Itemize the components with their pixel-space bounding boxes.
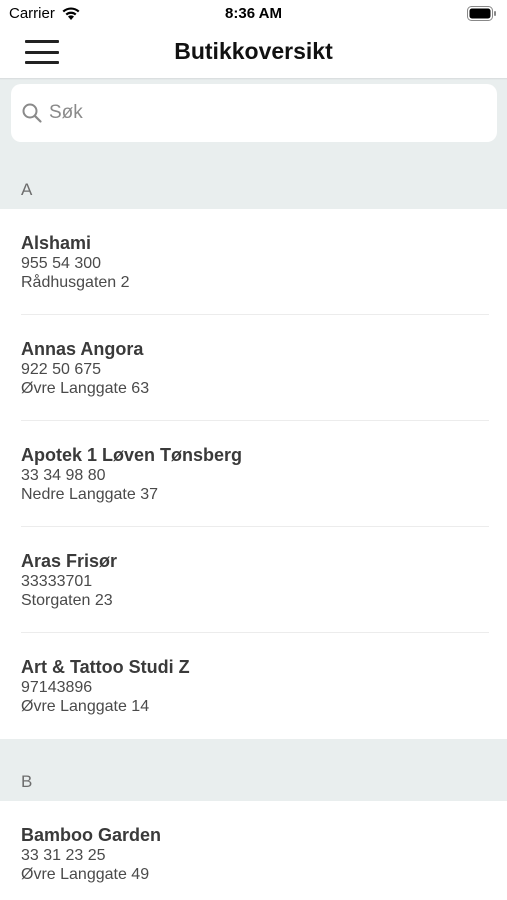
- list-item[interactable]: Art & Tattoo Studi Z 97143896 Øvre Langg…: [0, 633, 507, 739]
- store-phone: 97143896: [21, 679, 93, 696]
- store-name: Aras Frisør: [21, 551, 118, 571]
- search-box[interactable]: [11, 84, 497, 142]
- list-item[interactable]: Aras Frisør 33333701 Storgaten 23: [0, 527, 507, 633]
- store-name: Apotek 1 Løven Tønsberg: [21, 445, 243, 465]
- store-list[interactable]: A Alshami 955 54 300 Rådhusgaten 2 Annas…: [0, 148, 507, 900]
- store-name: Art & Tattoo Studi Z: [21, 657, 190, 677]
- store-name: Alshami: [21, 233, 92, 253]
- store-phone: 33 31 23 25: [21, 847, 106, 864]
- section-header-b: B: [0, 739, 507, 801]
- status-time: 8:36 AM: [225, 5, 282, 22]
- status-bar: Carrier 8:36 AM: [0, 0, 507, 28]
- search-input[interactable]: [49, 102, 469, 124]
- store-address: Øvre Langgate 14: [21, 698, 150, 715]
- list-item[interactable]: Alshami 955 54 300 Rådhusgaten 2: [0, 209, 507, 315]
- store-address: Øvre Langgate 63: [21, 380, 150, 397]
- store-name: Annas Angora: [21, 339, 144, 359]
- search-bar-container: [0, 80, 507, 148]
- store-phone: 33 34 98 80: [21, 467, 106, 484]
- store-address: Rådhusgaten 2: [21, 274, 130, 291]
- search-icon: [22, 103, 42, 123]
- navigation-bar: Butikkoversikt: [0, 28, 507, 78]
- store-phone: 955 54 300: [21, 255, 102, 272]
- nav-divider: [0, 78, 507, 80]
- list-item[interactable]: Annas Angora 922 50 675 Øvre Langgate 63: [0, 315, 507, 421]
- battery-icon: [467, 6, 496, 21]
- store-name: Bamboo Garden: [21, 825, 162, 845]
- store-address: Storgaten 23: [21, 592, 113, 609]
- section-header-a: A: [0, 148, 507, 209]
- page-title: Butikkoversikt: [174, 38, 333, 64]
- store-phone: 33333701: [21, 573, 93, 590]
- store-address: Øvre Langgate 49: [21, 866, 150, 883]
- list-item[interactable]: Apotek 1 Løven Tønsberg 33 34 98 80 Nedr…: [0, 421, 507, 527]
- list-item[interactable]: Bamboo Garden 33 31 23 25 Øvre Langgate …: [0, 801, 507, 900]
- store-phone: 922 50 675: [21, 361, 102, 378]
- store-address: Nedre Langgate 37: [21, 486, 158, 503]
